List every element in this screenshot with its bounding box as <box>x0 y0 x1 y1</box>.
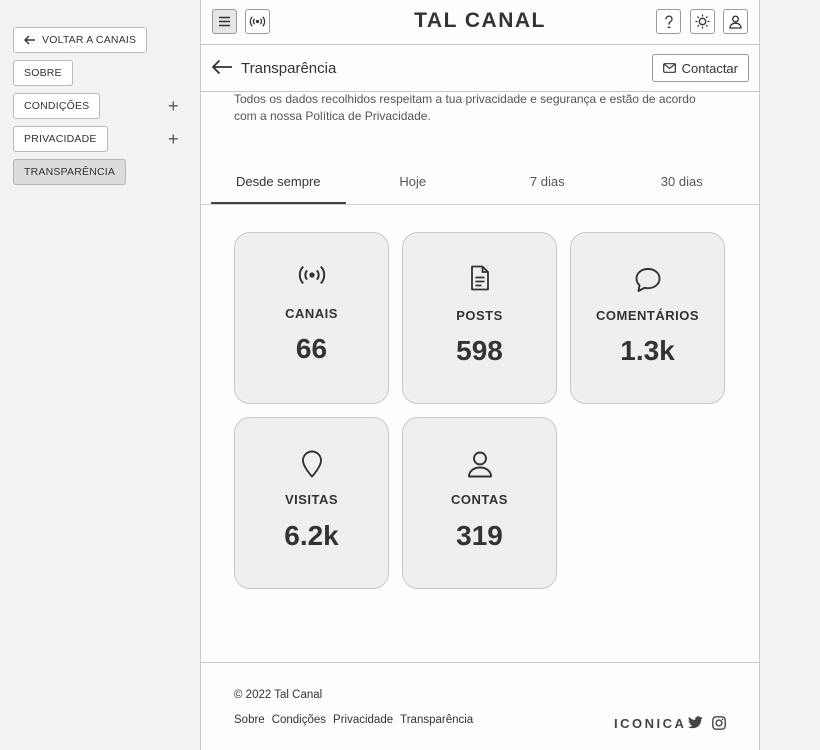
stat-label: COMENTÁRIOS <box>596 308 699 323</box>
sidebar-item-transparencia[interactable]: TRANSPARÊNCIA <box>13 159 127 185</box>
expand-privacidade-icon[interactable]: + <box>168 130 179 148</box>
user-icon <box>729 15 742 29</box>
contact-button[interactable]: Contactar <box>651 54 749 82</box>
location-pin-icon <box>235 450 388 478</box>
stat-card-visitas: VISITAS 6.2k <box>234 417 389 589</box>
tab-hoje[interactable]: Hoje <box>346 162 481 204</box>
copyright: © 2022 Tal Canal <box>234 689 323 701</box>
arrow-left-icon <box>24 35 35 45</box>
broadcast-icon <box>249 16 266 27</box>
sidebar-item-label: SOBRE <box>24 67 62 79</box>
top-bar: TAL CANAL <box>201 0 759 45</box>
stat-value: 6.2k <box>284 520 339 551</box>
stat-card-posts: POSTS 598 <box>402 232 557 404</box>
footer-brand-logo[interactable]: ICONICA <box>614 716 686 731</box>
footer-link-condicoes[interactable]: Condições <box>272 714 326 726</box>
stat-card-contas: CONTAS 319 <box>402 417 557 589</box>
stat-label: CANAIS <box>285 306 338 321</box>
back-button[interactable] <box>211 59 233 80</box>
back-to-channels-label: VOLTAR A CANAIS <box>42 34 137 46</box>
sidebar-item-condicoes[interactable]: CONDIÇÕES <box>13 93 101 119</box>
sidebar-item-label: PRIVACIDADE <box>24 133 97 145</box>
sun-icon <box>695 14 710 29</box>
twitter-icon <box>688 716 703 729</box>
stat-card-canais: CANAIS 66 <box>234 232 389 404</box>
twitter-link[interactable] <box>688 716 703 734</box>
arrow-left-icon <box>211 59 232 75</box>
footer-divider <box>201 662 759 663</box>
channels-button[interactable] <box>245 9 270 34</box>
theme-toggle-button[interactable] <box>690 9 715 34</box>
sidebar-item-label: TRANSPARÊNCIA <box>24 166 116 178</box>
footer-link-privacidade[interactable]: Privacidade <box>333 714 393 726</box>
contact-label: Contactar <box>681 60 738 76</box>
privacy-description: Todos os dados recolhidos respeitam a tu… <box>234 92 696 123</box>
stat-value: 66 <box>295 333 328 364</box>
document-icon <box>403 265 556 291</box>
tab-desde-sempre[interactable]: Desde sempre <box>211 162 346 204</box>
stat-card-comentarios: COMENTÁRIOS 1.3k <box>570 232 725 404</box>
sidebar-item-privacidade[interactable]: PRIVACIDADE <box>13 126 108 152</box>
tab-30-dias[interactable]: 30 dias <box>615 162 750 204</box>
stat-label: POSTS <box>456 308 503 323</box>
back-to-channels-button[interactable]: VOLTAR A CANAIS <box>13 27 148 53</box>
help-button[interactable] <box>656 9 681 34</box>
footer-link-sobre[interactable]: Sobre <box>234 714 265 726</box>
page-title: Transparência <box>241 60 337 77</box>
comment-icon <box>571 267 724 293</box>
tabs-divider <box>201 204 759 205</box>
main-panel: TAL CANAL Transparência Contactar Todos … <box>200 0 760 750</box>
footer-links: Sobre Condições Privacidade Transparênci… <box>234 714 473 726</box>
period-tabs: Desde sempre Hoje 7 dias 30 dias <box>211 162 749 204</box>
stat-label: CONTAS <box>451 492 508 507</box>
footer-link-transparencia[interactable]: Transparência <box>400 714 473 726</box>
help-icon <box>664 15 673 28</box>
account-button[interactable] <box>723 9 748 34</box>
expand-condicoes-icon[interactable]: + <box>168 97 179 115</box>
sidebar-item-label: CONDIÇÕES <box>24 100 90 112</box>
stat-label: VISITAS <box>284 492 339 507</box>
menu-button[interactable] <box>212 9 237 34</box>
broadcast-icon <box>235 265 388 285</box>
stat-value: 1.3k <box>620 335 675 366</box>
stat-value: 319 <box>456 520 503 551</box>
stat-value: 598 <box>456 335 503 366</box>
tab-7-dias[interactable]: 7 dias <box>480 162 615 204</box>
menu-icon <box>219 16 230 27</box>
instagram-link[interactable] <box>712 716 726 735</box>
mail-icon <box>662 63 676 73</box>
user-icon <box>403 450 556 478</box>
instagram-icon <box>712 716 726 730</box>
sidebar-item-sobre[interactable]: SOBRE <box>13 60 73 86</box>
sub-header: Transparência Contactar <box>201 45 759 92</box>
